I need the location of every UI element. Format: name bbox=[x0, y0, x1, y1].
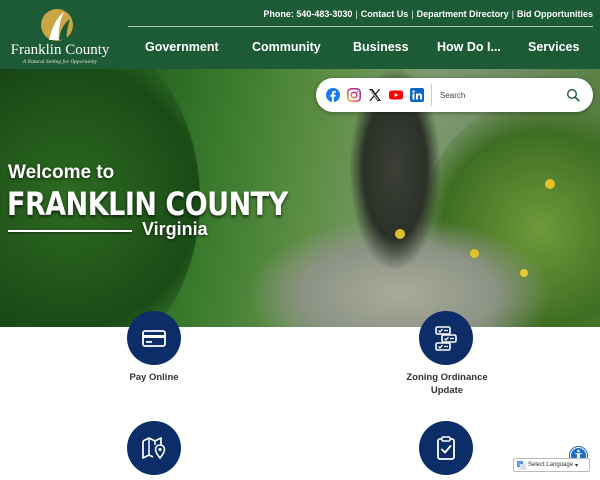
translate-label: Select Language bbox=[528, 462, 574, 468]
social-search-bar bbox=[316, 78, 593, 112]
youtube-icon[interactable] bbox=[389, 88, 403, 102]
map-button[interactable] bbox=[127, 421, 181, 475]
franklin-county-logo[interactable]: Franklin County A Natural Setting for Op… bbox=[6, 6, 114, 65]
nav-government[interactable]: Government bbox=[145, 40, 219, 54]
credit-card-icon bbox=[142, 330, 166, 347]
search-input[interactable] bbox=[440, 85, 560, 105]
flower-dot bbox=[470, 249, 479, 258]
department-directory-link[interactable]: Department Directory bbox=[417, 9, 509, 19]
hero-text-block: Welcome to FRANKLIN COUNTY Virginia bbox=[0, 69, 288, 327]
flower-dot bbox=[520, 269, 528, 277]
instagram-icon[interactable] bbox=[347, 88, 361, 102]
nav-services[interactable]: Services bbox=[528, 40, 579, 54]
linkedin-icon[interactable] bbox=[410, 88, 424, 102]
checklist-icon bbox=[435, 326, 457, 351]
clipboard-check-icon bbox=[437, 436, 455, 460]
zoning-ordinance-label[interactable]: Zoning Ordinance Update bbox=[396, 371, 498, 397]
utility-links: Phone: 540-483-3030 | Contact Us | Depar… bbox=[263, 8, 593, 20]
zoning-ordinance-button[interactable] bbox=[419, 311, 473, 365]
flower-dot bbox=[545, 179, 555, 189]
map-pin-icon bbox=[142, 437, 166, 460]
hero-county-name: FRANKLIN COUNTY bbox=[7, 186, 288, 224]
pay-online-label[interactable]: Pay Online bbox=[103, 371, 205, 384]
pay-online-button[interactable] bbox=[127, 311, 181, 365]
hero-rule bbox=[8, 230, 132, 232]
site-header: Franklin County A Natural Setting for Op… bbox=[0, 0, 600, 69]
utility-separator: | bbox=[355, 9, 358, 19]
flower-dot bbox=[395, 229, 405, 239]
logo-emblem-icon bbox=[41, 9, 73, 41]
phone-link[interactable]: Phone: 540-483-3030 bbox=[263, 9, 352, 19]
search-icon[interactable] bbox=[566, 88, 580, 102]
utility-separator: | bbox=[411, 9, 414, 19]
contact-us-link[interactable]: Contact Us bbox=[361, 9, 409, 19]
svg-text:G: G bbox=[518, 462, 522, 468]
hero-state: Virginia bbox=[142, 219, 208, 239]
hero-welcome: Welcome to bbox=[8, 162, 115, 183]
utility-separator: | bbox=[511, 9, 514, 19]
bid-opportunities-link[interactable]: Bid Opportunities bbox=[517, 9, 593, 19]
nav-how-do-i[interactable]: How Do I... bbox=[437, 40, 501, 54]
facebook-icon[interactable] bbox=[326, 88, 340, 102]
google-translate-icon: G bbox=[517, 461, 526, 470]
forms-button[interactable] bbox=[419, 421, 473, 475]
x-icon[interactable] bbox=[368, 88, 382, 102]
nav-community[interactable]: Community bbox=[252, 40, 321, 54]
nav-business[interactable]: Business bbox=[353, 40, 409, 54]
chevron-down-icon: ▾ bbox=[575, 462, 579, 469]
utility-divider bbox=[128, 26, 593, 27]
logo-title: Franklin County bbox=[10, 42, 110, 58]
logo-tagline: A Natural Setting for Opportunity bbox=[22, 59, 98, 65]
toolbar-divider bbox=[431, 84, 432, 106]
translate-widget[interactable]: G Select Language ▾ bbox=[513, 458, 590, 472]
